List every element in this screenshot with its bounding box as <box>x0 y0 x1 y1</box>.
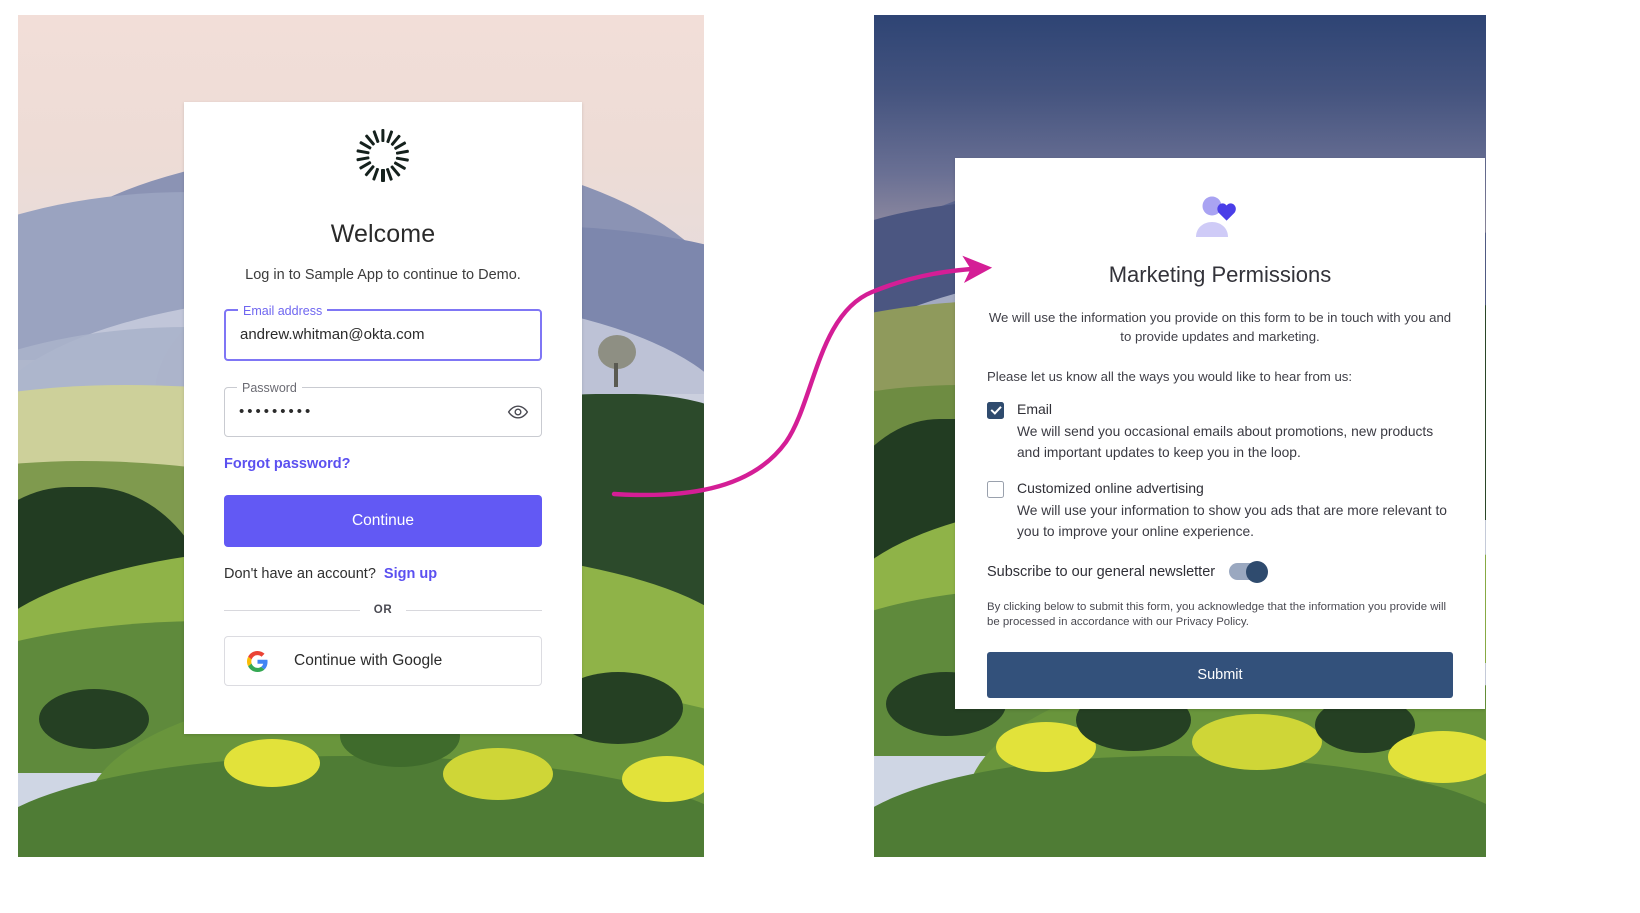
consent-option-title: Customized online advertising <box>1017 480 1204 496</box>
divider-line-right <box>406 609 543 611</box>
submit-button[interactable]: Submit <box>987 652 1453 698</box>
password-value: ••••••••• <box>239 403 314 420</box>
bush-yellow-right <box>1388 730 1486 783</box>
consent-title: Marketing Permissions <box>1108 262 1332 287</box>
tree-right <box>594 334 640 395</box>
email-field-wrapper: Email address andrew.whitman@okta.com <box>224 303 542 361</box>
eye-icon[interactable] <box>507 401 529 423</box>
checkbox-email[interactable] <box>987 402 1004 419</box>
consent-option-advertising: Customized online advertising We will us… <box>987 479 1453 542</box>
password-input[interactable]: Password ••••••••• <box>224 380 542 437</box>
login-screenshot-panel: Welcome Log in to Sample App to continue… <box>18 15 704 857</box>
google-button-label: Continue with Google <box>294 652 443 669</box>
divider-line-left <box>224 609 360 611</box>
page-title: Welcome <box>330 220 436 248</box>
continue-button[interactable]: Continue <box>224 495 542 547</box>
consent-intro: We will use the information you provide … <box>988 310 1452 344</box>
bush-yellow-right <box>443 747 554 800</box>
checkbox-customized-advertising[interactable] <box>987 481 1004 498</box>
screenshot-stage: Welcome Log in to Sample App to continue… <box>0 0 1640 913</box>
divider-label: OR <box>373 604 393 616</box>
newsletter-row: Subscribe to our general newsletter <box>987 560 1453 583</box>
bush-yellow-center <box>223 739 320 788</box>
google-g-icon <box>247 650 268 672</box>
consent-option-description: We will send you occasional emails about… <box>1017 424 1434 460</box>
divider: OR <box>224 604 543 616</box>
consent-prompt: Please let us know all the ways you woul… <box>987 369 1353 384</box>
consent-option-email: Email We will send you occasional emails… <box>987 400 1453 463</box>
people-heart-icon <box>1190 194 1250 240</box>
newsletter-toggle[interactable] <box>1229 560 1269 583</box>
bush-yellow-center <box>1192 713 1323 770</box>
continue-with-google-button[interactable]: Continue with Google <box>224 636 542 686</box>
newsletter-label: Subscribe to our general newsletter <box>987 563 1216 580</box>
login-subtitle: Log in to Sample App to continue to Demo… <box>245 267 521 283</box>
signup-prompt: Don't have an account? <box>224 566 376 582</box>
password-field-wrapper: Password ••••••••• <box>224 380 542 437</box>
toggle-knob <box>1246 560 1269 583</box>
bush-dark-left <box>38 688 149 749</box>
consent-option-description: We will use your information to show you… <box>1017 503 1447 539</box>
signup-row: Don't have an account? Sign up <box>224 566 542 582</box>
forgot-password-link[interactable]: Forgot password? <box>224 456 350 472</box>
signup-link[interactable]: Sign up <box>384 566 437 582</box>
bush-yellow-edge <box>621 755 704 802</box>
okta-sunburst-logo-icon <box>352 129 414 200</box>
legal-disclaimer: By clicking below to submit this form, y… <box>987 601 1447 628</box>
marketing-permissions-card: Marketing Permissions We will use the in… <box>955 158 1485 709</box>
consent-option-title: Email <box>1017 401 1053 417</box>
email-input[interactable]: Email address andrew.whitman@okta.com <box>224 303 542 361</box>
email-value: andrew.whitman@okta.com <box>240 326 425 343</box>
consent-screenshot-panel: Marketing Permissions We will use the in… <box>874 15 1486 857</box>
login-card: Welcome Log in to Sample App to continue… <box>184 102 582 734</box>
